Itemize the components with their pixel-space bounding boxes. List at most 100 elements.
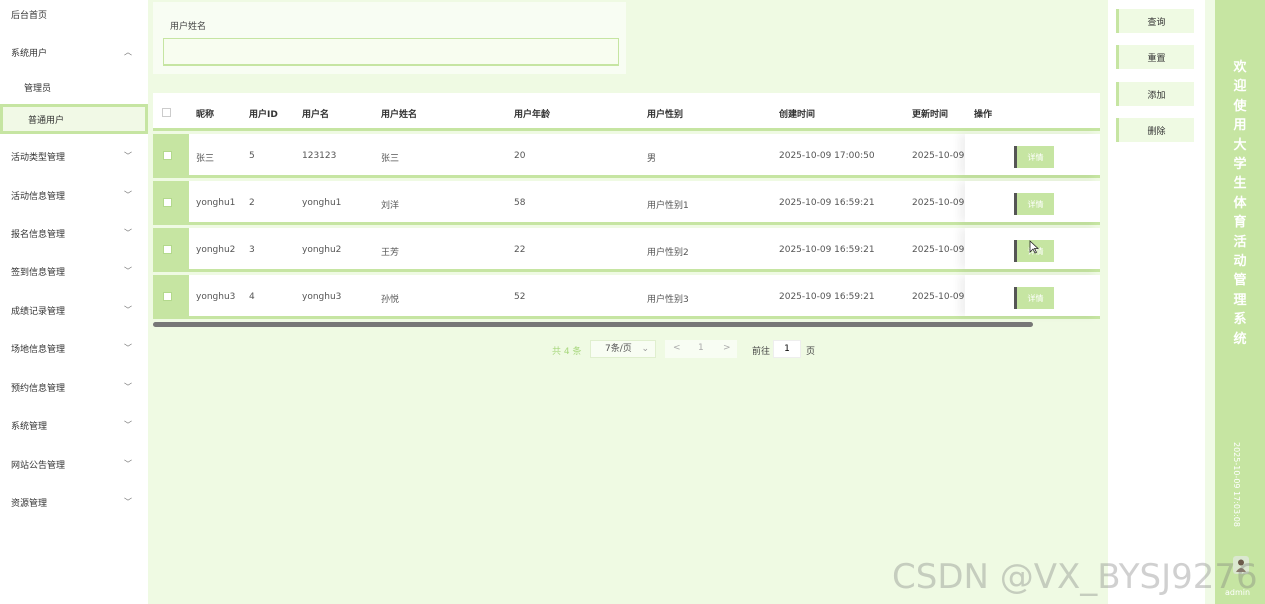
sidebar-item-1[interactable]: 系统用户 ︿ [0, 38, 148, 66]
title-bar: 欢迎使用大学生体育活动管理系统 2025-10-09 17:03:08 admi… [1215, 0, 1265, 604]
page-number-current[interactable]: 1 [698, 343, 704, 353]
action-panel: 查询 重置 添加 删除 [1108, 0, 1215, 604]
sidebar-item-label: 普通用户 [28, 115, 65, 126]
detail-button[interactable]: 详情 [1014, 287, 1054, 309]
next-page-button[interactable]: > [723, 343, 731, 353]
title-char: 大 [1233, 137, 1247, 153]
sidebar: 后台首页 系统用户 ︿ 管理员 普通用户 活动类型管理 ﹀ 活动信息管理 ﹀ 报名信息管理 ﹀ 签到信… [0, 0, 148, 604]
cell-nickname: yonghu3 [196, 292, 236, 302]
cell-updated: 2025-10-09 1 [912, 245, 973, 255]
sidebar-item-13[interactable]: 资源管理 ﹀ [0, 488, 148, 516]
detail-button[interactable]: 详情 [1014, 193, 1054, 215]
sidebar-item-label: 活动类型管理 [11, 152, 66, 163]
cell-nickname: yonghu2 [196, 245, 236, 255]
sidebar-item-4[interactable]: 活动类型管理 ﹀ [0, 142, 148, 170]
cell-nickname: 张三 [196, 154, 215, 164]
page-size-value: 7条/页 [605, 344, 632, 354]
col-user-id[interactable]: 用户ID [249, 107, 278, 120]
col-created[interactable]: 创建时间 [779, 107, 815, 120]
title-char: 育 [1233, 215, 1247, 231]
chevron-down-icon: ﹀ [124, 343, 132, 353]
table-header: 昵称 用户ID 用户名 用户姓名 用户年龄 用户性别 创建时间 更新时间 操作 [153, 93, 1100, 131]
cell-id: 3 [249, 245, 255, 255]
table-row: 张三 5 123123 张三 20 男 2025-10-09 17:00:50 2025-10… [153, 134, 1100, 178]
sidebar-item-label: 后台首页 [11, 10, 48, 21]
page-size-select[interactable]: 7条/页 ⌄ [590, 340, 656, 358]
cell-realname: 刘洋 [381, 201, 400, 211]
row-select-cell [153, 181, 189, 222]
sidebar-item-8[interactable]: 成绩记录管理 ﹀ [0, 296, 148, 324]
panel-divider [1205, 0, 1215, 604]
col-gender[interactable]: 用户性别 [647, 107, 683, 120]
chevron-down-icon: ﹀ [124, 305, 132, 315]
cell-gender: 用户性别2 [647, 248, 689, 258]
cell-created: 2025-10-09 17:00:50 [779, 151, 875, 161]
sidebar-item-10[interactable]: 预约信息管理 ﹀ [0, 373, 148, 401]
sidebar-item-5[interactable]: 活动信息管理 ﹀ [0, 181, 148, 209]
search-card: 用户姓名 [153, 2, 626, 74]
table-row: yonghu1 2 yonghu1 刘洋 58 用户性别1 2025-10-09 16:59… [153, 181, 1100, 225]
sidebar-item-label: 系统用户 [11, 48, 48, 59]
detail-button[interactable]: 详情 [1014, 146, 1054, 168]
sidebar-item-9[interactable]: 场地信息管理 ﹀ [0, 334, 148, 362]
sidebar-item-12[interactable]: 网站公告管理 ﹀ [0, 450, 148, 478]
table-row: yonghu3 4 yonghu3 孙悦 52 用户性别3 2025-10-09 16:59… [153, 275, 1100, 319]
add-button[interactable]: 添加 [1116, 82, 1194, 106]
sidebar-item-label: 资源管理 [11, 498, 48, 509]
select-all-checkbox[interactable] [162, 108, 171, 117]
col-realname[interactable]: 用户姓名 [381, 107, 417, 120]
sidebar-item-0[interactable]: 后台首页 [0, 0, 148, 28]
row-checkbox[interactable] [163, 292, 172, 301]
title-char: 体 [1233, 195, 1247, 211]
search-input[interactable] [163, 38, 619, 66]
cell-created: 2025-10-09 16:59:21 [779, 292, 875, 302]
chevron-down-icon: ﹀ [124, 459, 132, 469]
prev-page-button[interactable]: < [673, 343, 681, 353]
goto-page-input[interactable] [773, 340, 801, 358]
sidebar-item-2[interactable]: 管理员 [0, 73, 148, 101]
title-char: 使 [1233, 98, 1247, 114]
row-checkbox[interactable] [163, 198, 172, 207]
horizontal-scrollbar[interactable] [153, 322, 1033, 327]
cell-gender: 用户性别3 [647, 295, 689, 305]
col-updated[interactable]: 更新时间 [912, 107, 948, 120]
query-button[interactable]: 查询 [1116, 9, 1194, 33]
row-select-cell [153, 228, 189, 269]
chevron-down-icon: ﹀ [124, 228, 132, 238]
cell-age: 52 [514, 292, 526, 302]
title-char: 动 [1233, 254, 1247, 270]
chevron-down-icon: ﹀ [124, 497, 132, 507]
sidebar-item-label: 场地信息管理 [11, 344, 66, 355]
row-checkbox[interactable] [163, 245, 172, 254]
title-char: 用 [1233, 118, 1247, 134]
mouse-cursor-icon [1029, 240, 1039, 254]
sidebar-item-label: 报名信息管理 [11, 229, 66, 240]
chevron-down-icon: ﹀ [124, 420, 132, 430]
cell-username: 123123 [302, 151, 337, 161]
sidebar-item-6[interactable]: 报名信息管理 ﹀ [0, 219, 148, 247]
sidebar-item-3[interactable]: 普通用户 [0, 104, 148, 134]
cell-id: 5 [249, 151, 255, 161]
row-checkbox[interactable] [163, 151, 172, 160]
cell-username: yonghu1 [302, 198, 342, 208]
user-table: 昵称 用户ID 用户名 用户姓名 用户年龄 用户性别 创建时间 更新时间 操作 … [153, 93, 1100, 328]
delete-button[interactable]: 删除 [1116, 118, 1194, 142]
cell-realname: 孙悦 [381, 295, 400, 305]
cell-realname: 王芳 [381, 248, 400, 258]
current-datetime: 2025-10-09 17:03:08 [1232, 442, 1241, 527]
title-char: 管 [1233, 273, 1247, 289]
sidebar-item-11[interactable]: 系统管理 ﹀ [0, 411, 148, 439]
col-age[interactable]: 用户年龄 [514, 107, 550, 120]
row-select-cell [153, 134, 189, 175]
reset-button[interactable]: 重置 [1116, 45, 1194, 69]
sidebar-item-7[interactable]: 签到信息管理 ﹀ [0, 257, 148, 285]
cell-age: 22 [514, 245, 526, 255]
watermark: CSDN @VX_BYSJ9276 [892, 557, 1258, 597]
sidebar-item-label: 成绩记录管理 [11, 306, 66, 317]
pagination-total: 共 4 条 [552, 347, 582, 357]
cell-username: yonghu2 [302, 245, 342, 255]
cell-nickname: yonghu1 [196, 198, 236, 208]
title-char: 系 [1233, 312, 1247, 328]
col-username[interactable]: 用户名 [302, 107, 329, 120]
col-nickname[interactable]: 昵称 [196, 107, 214, 120]
